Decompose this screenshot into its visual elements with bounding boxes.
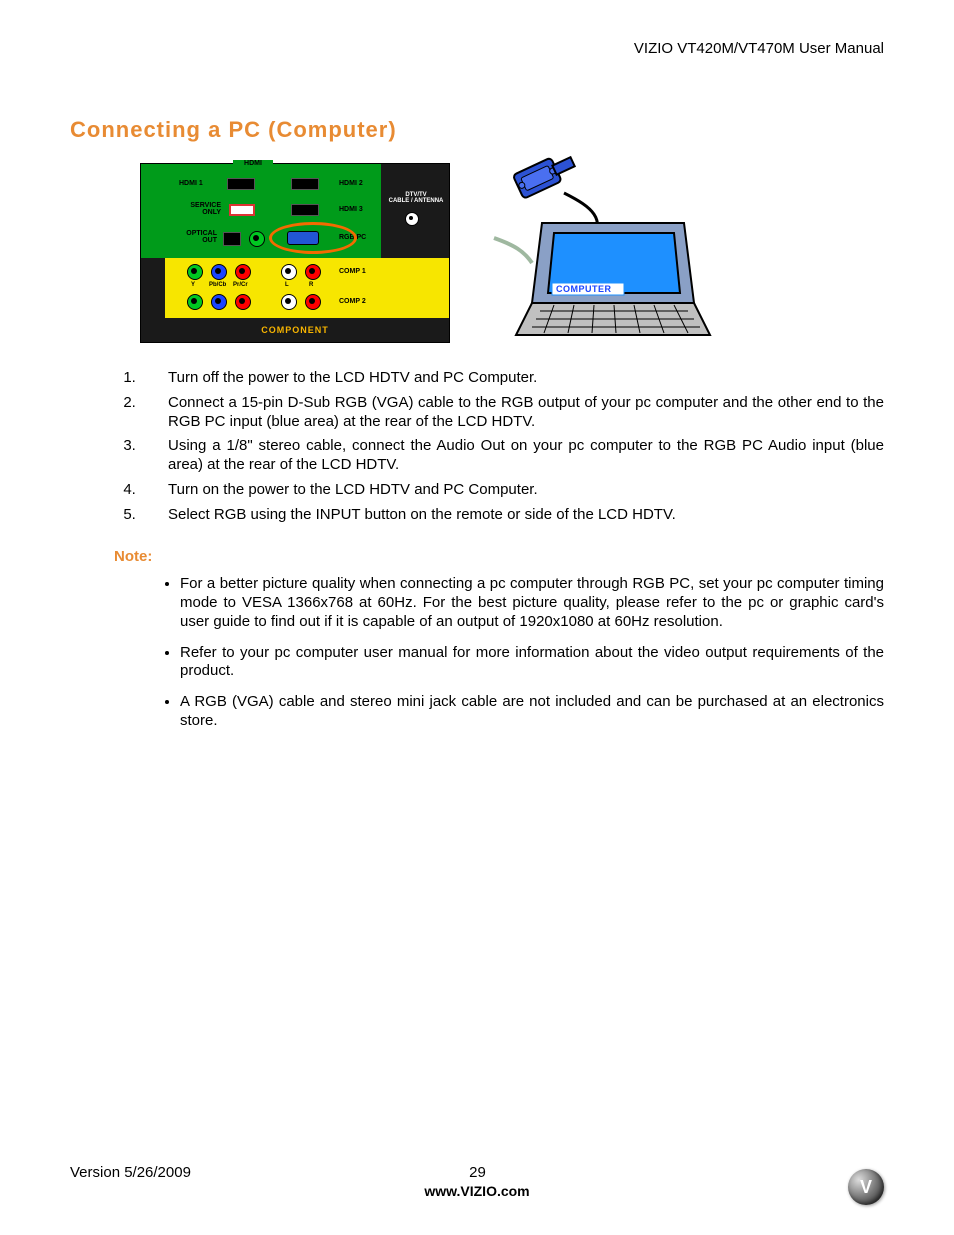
service-label: SERVICE ONLY [179,202,221,216]
hdmi3-label: HDMI 3 [339,206,363,213]
steps-list: Turn off the power to the LCD HDTV and P… [120,369,884,524]
laptop-diagram: COMPUTER [474,153,714,353]
note-item: Refer to your pc computer user manual fo… [180,644,884,682]
hdmi-tab-label: HDMI [233,160,273,168]
dtv-label: DTV/TV CABLE / ANTENNA [387,192,445,204]
l-label: L [285,282,289,288]
step-item: Select RGB using the INPUT button on the… [140,506,884,525]
pbcb-label: Pb/Cb [209,282,226,288]
comp2-label: COMP 2 [339,298,366,305]
footer-version: Version 5/26/2009 [70,1164,191,1181]
laptop-screen-label: COMPUTER [556,284,612,294]
prcr-label: Pr/Cr [233,282,248,288]
rgb-highlight-icon [269,222,357,254]
hdmi2-label: HDMI 2 [339,180,363,187]
r-label: R [309,282,313,288]
doc-header: VIZIO VT420M/VT470M User Manual [70,40,884,57]
notes-list: For a better picture quality when connec… [160,575,884,730]
note-item: A RGB (VGA) cable and stereo mini jack c… [180,693,884,731]
note-item: For a better picture quality when connec… [180,575,884,631]
hdmi1-label: HDMI 1 [179,180,203,187]
step-item: Using a 1/8" stereo cable, connect the A… [140,437,884,475]
optical-label: OPTICAL OUT [175,230,217,244]
page-footer: Version 5/26/2009 29 www.VIZIO.com V [70,1164,884,1199]
note-heading: Note: [114,548,884,565]
step-item: Connect a 15-pin D-Sub RGB (VGA) cable t… [140,394,884,432]
footer-page-number: 29 [469,1164,486,1181]
footer-url: www.VIZIO.com [70,1183,884,1199]
diagram-row: COMPONENT HDMI HDMI 1 HDMI 2 HDMI 3 SERV… [140,153,884,353]
y-label: Y [191,282,195,288]
step-item: Turn off the power to the LCD HDTV and P… [140,369,884,388]
step-item: Turn on the power to the LCD HDTV and PC… [140,481,884,500]
component-bar-label: COMPONENT [141,318,449,342]
section-title: Connecting a PC (Computer) [70,117,884,143]
comp1-label: COMP 1 [339,268,366,275]
tv-rear-panel-diagram: COMPONENT HDMI HDMI 1 HDMI 2 HDMI 3 SERV… [140,163,450,343]
vizio-logo-icon: V [848,1169,884,1205]
